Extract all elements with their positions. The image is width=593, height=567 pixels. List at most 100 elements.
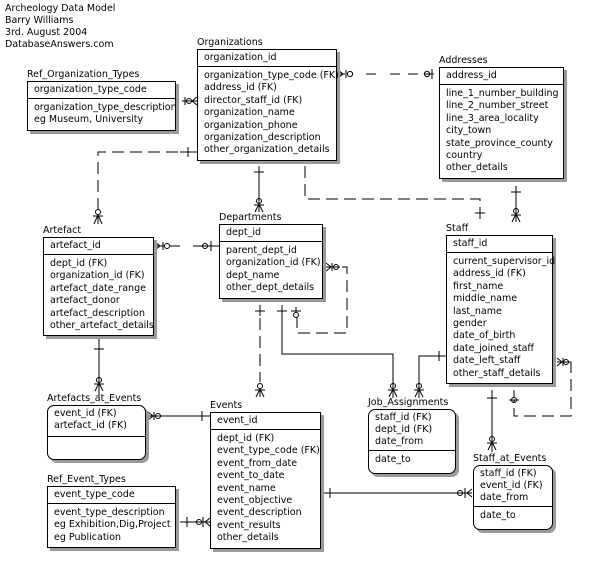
rel-refeventtypes-events: [180, 517, 210, 527]
attribute: organization_id (FK): [226, 257, 321, 269]
attribute: line_1_number_building: [446, 88, 559, 99]
attributes-section: date_to: [474, 507, 552, 529]
attribute: organization_type_code (FK): [204, 70, 339, 81]
key-field: date_from: [375, 436, 424, 447]
primary-key-section: organization_type_code: [28, 82, 175, 99]
entity-events[interactable]: Events event_id dept_id (FK) event_type_…: [210, 400, 321, 549]
entity-title: Job_Assignments: [368, 397, 449, 408]
key-field: event_id: [217, 415, 258, 426]
primary-key-section: artefact_id: [44, 238, 153, 255]
entity-ref-event-types[interactable]: Ref_Event_Types event_type_code event_ty…: [47, 474, 176, 549]
attribute: eg Museum, University: [34, 114, 144, 126]
attributes-section: current_supervisor_id address_id (FK) fi…: [447, 253, 555, 383]
attribute: event_type_code (FK): [217, 445, 320, 457]
attribute: eg Publication: [54, 531, 122, 543]
key-field: dept_id (FK): [375, 424, 433, 435]
entity-title: Events: [210, 400, 243, 411]
entity-ref-organization-types[interactable]: Ref_Organization_Types organization_type…: [27, 69, 177, 131]
attribute: other_organization_details: [204, 144, 330, 156]
entity-title: Addresses: [439, 55, 488, 66]
attribute: dept_id (FK): [50, 258, 108, 269]
entity-title: Artefact: [43, 225, 82, 236]
attribute: other_staff_details: [453, 367, 541, 379]
entity-artefact[interactable]: Artefact artefact_id dept_id (FK) organi…: [43, 225, 154, 337]
diagram-date: 3rd. August 2004: [5, 27, 88, 38]
diagram-header: Archeology Data Model Barry Williams 3rd…: [5, 3, 115, 51]
attributes-section: line_1_number_building line_2_number_str…: [440, 85, 563, 178]
attribute: artefact_description: [50, 307, 145, 319]
key-field: staff_id (FK): [480, 468, 537, 479]
primary-key-section: staff_id: [447, 236, 552, 253]
attribute: organization_description: [204, 132, 321, 144]
attribute: parent_dept_id: [226, 245, 297, 256]
key-field: dept_id: [226, 227, 262, 238]
key-field: address_id: [446, 70, 497, 81]
attribute: first_name: [453, 280, 504, 292]
primary-key-section: dept_id: [220, 225, 322, 242]
entity-organizations[interactable]: Organizations organization_id organizati…: [197, 37, 339, 161]
rel-organizations-departments: [254, 166, 264, 212]
entity-title: Ref_Organization_Types: [27, 69, 140, 80]
attribute: dept_id (FK): [217, 433, 275, 444]
attributes-section: parent_dept_id organization_id (FK) dept…: [220, 242, 322, 298]
attributes-section: dept_id (FK) event_type_code (FK) event_…: [211, 430, 320, 548]
attribute: organization_id (FK): [50, 270, 145, 282]
key-field: organization_id: [204, 52, 277, 63]
rel-events-artefactsatevents: [148, 411, 210, 421]
entity-artefacts-at-events[interactable]: Artefacts_at_Events event_id (FK) artefa…: [47, 393, 146, 460]
rel-organizations-artefact: [93, 147, 197, 224]
primary-key-section: event_id: [211, 413, 320, 430]
attributes-section: organization_type_code (FK) address_id (…: [198, 67, 339, 160]
entity-title: Artefacts_at_Events: [47, 393, 142, 404]
attribute: other_details: [446, 162, 508, 174]
attribute: organization_phone: [204, 119, 298, 131]
entity-staff[interactable]: Staff staff_id current_supervisor_id add…: [446, 223, 555, 385]
rel-reforgtypes-organizations: [182, 97, 197, 105]
key-field: event_id (FK): [480, 480, 543, 491]
entity-title: Staff: [446, 223, 469, 234]
entity-job-assignments[interactable]: Job_Assignments staff_id (FK) dept_id (F…: [368, 397, 456, 475]
key-field: event_id (FK): [54, 408, 117, 419]
attribute: address_id (FK): [453, 268, 526, 280]
entity-addresses[interactable]: Addresses address_id line_1_number_build…: [439, 55, 564, 179]
attribute: last_name: [453, 305, 502, 317]
key-field: artefact_id: [50, 240, 101, 251]
diagram-source: DatabaseAnswers.com: [5, 39, 114, 50]
attribute: other_details: [217, 532, 279, 544]
rel-departments-events: [255, 305, 265, 397]
attribute: line_2_number_street: [446, 100, 549, 112]
attribute: event_objective: [217, 495, 293, 507]
attributes-section: dept_id (FK) organization_id (FK) artefa…: [44, 255, 154, 335]
rel-artefact-artefactsatevents: [94, 336, 104, 396]
primary-key-section: event_type_code: [48, 487, 175, 504]
attribute: address_id (FK): [204, 82, 277, 94]
attributes-section: organization_type_description eg Museum,…: [28, 99, 177, 130]
attribute: line_3_area_locality: [446, 112, 539, 124]
entity-departments[interactable]: Departments dept_id parent_dept_id organ…: [219, 212, 323, 299]
diagram-title: Archeology Data Model: [5, 3, 116, 14]
attribute: country: [446, 150, 483, 162]
rel-staff-jobassignments: [414, 351, 446, 398]
attribute: date_left_staff: [453, 355, 521, 367]
entity-title: Departments: [219, 212, 282, 223]
attribute: middle_name: [453, 293, 518, 305]
rel-events-staffatevents: [323, 488, 472, 498]
diagram-author: Barry Williams: [5, 15, 74, 26]
rel-departments-jobassignments: [277, 305, 398, 398]
key-field: organization_type_code: [34, 84, 147, 95]
attribute: other_artefact_details: [50, 320, 154, 332]
attribute: dept_name: [226, 269, 280, 281]
attribute: director_staff_id (FK): [204, 94, 303, 106]
key-field: artefact_id (FK): [54, 420, 127, 431]
entity-staff-at-events[interactable]: Staff_at_Events staff_id (FK) event_id (…: [473, 453, 553, 531]
entity-title: Ref_Event_Types: [47, 474, 126, 485]
attribute: eg Exhibition,Dig,Project: [54, 519, 171, 531]
key-field: date_from: [480, 492, 529, 503]
attribute: other_dept_details: [226, 282, 315, 294]
attribute: date_joined_staff: [453, 342, 534, 354]
attributes-section: [48, 437, 145, 459]
attribute: event_to_date: [217, 470, 285, 482]
key-field: staff_id (FK): [375, 412, 432, 423]
attribute: event_results: [217, 519, 281, 531]
attribute: organization_name: [204, 107, 295, 119]
